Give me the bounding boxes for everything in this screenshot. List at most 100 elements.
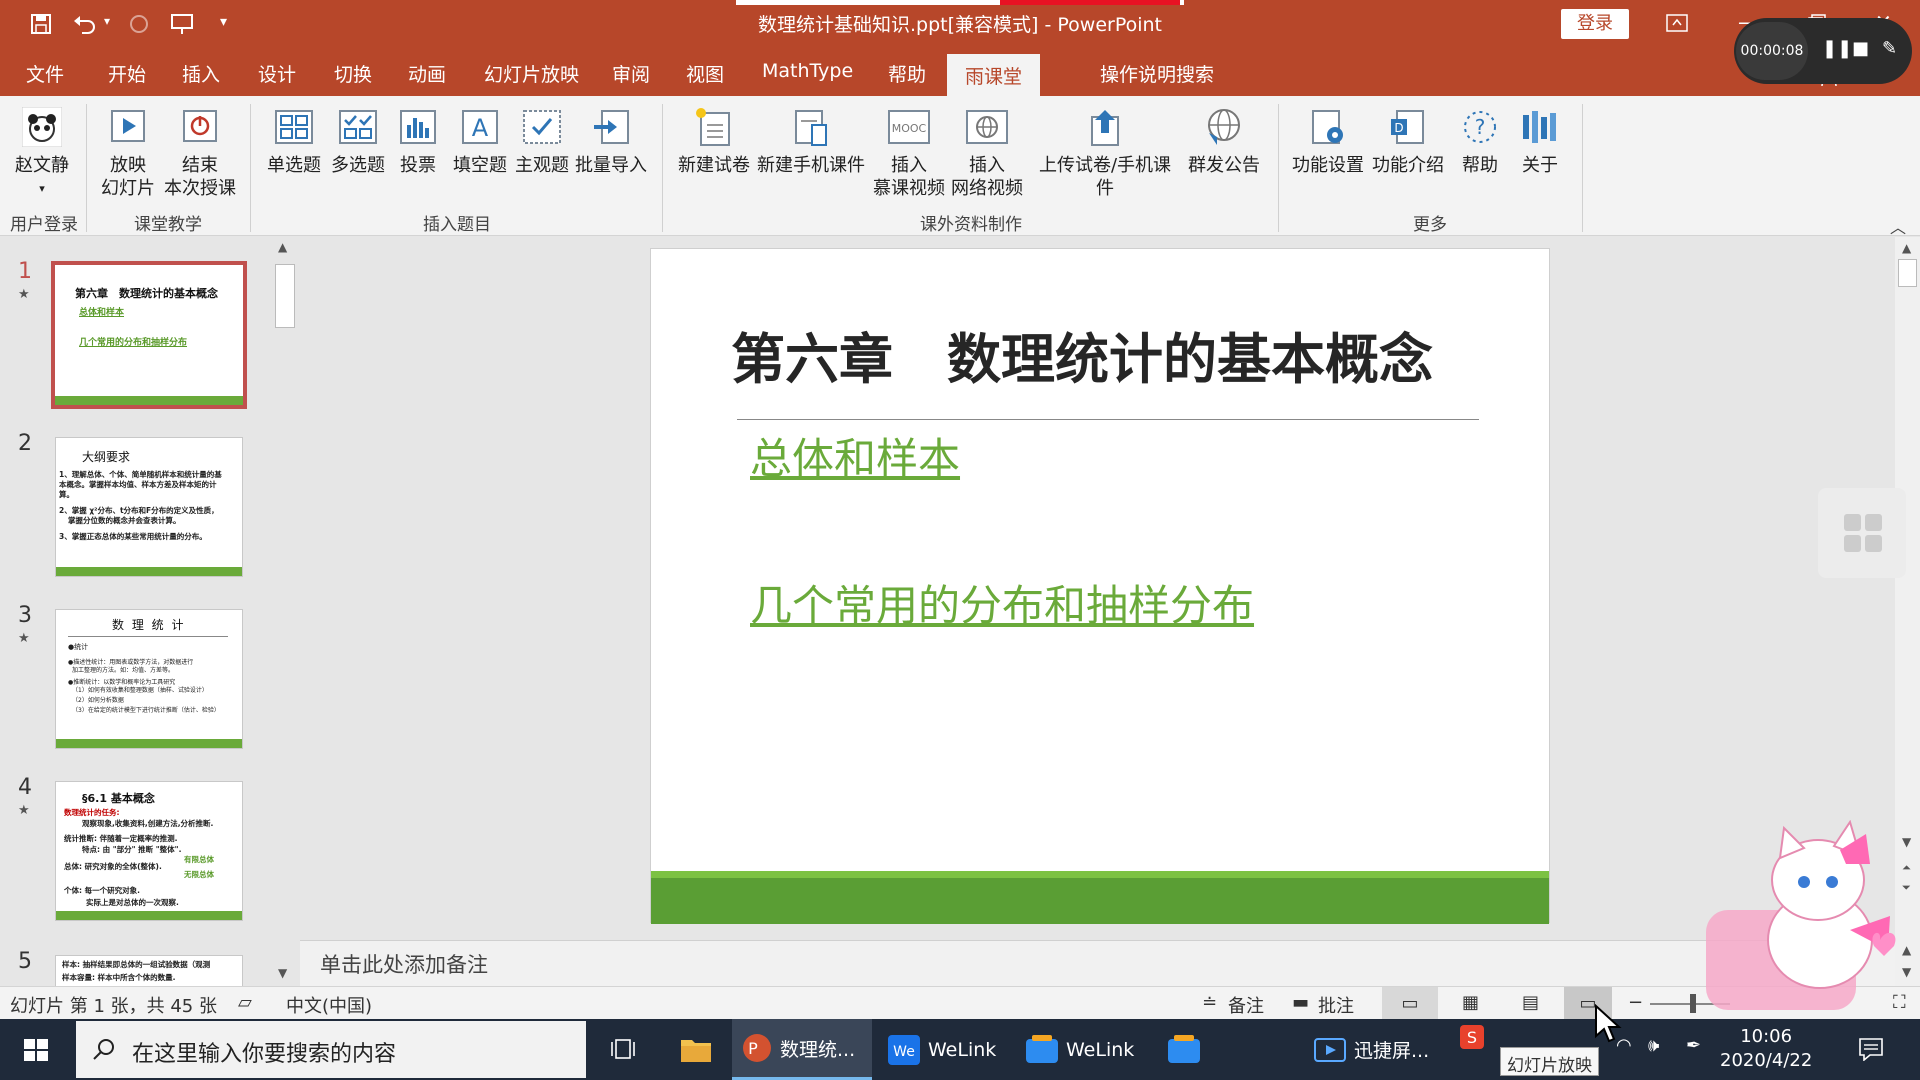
multi-choice-button[interactable]: 多选题: [326, 106, 390, 177]
tab-mathtype[interactable]: MathType: [762, 60, 853, 82]
tab-insert[interactable]: 插入: [182, 60, 220, 87]
taskbar-app-powerpoint[interactable]: P 数理统...: [732, 1019, 872, 1080]
end-class-button[interactable]: 结束 本次授课: [160, 106, 240, 200]
notes-placeholder[interactable]: 单击此处添加备注: [320, 949, 488, 979]
group-separator: [662, 104, 663, 232]
welink-meeting-icon-2[interactable]: [1168, 1035, 1200, 1065]
pen-icon[interactable]: ✎: [1882, 38, 1897, 59]
web-video-icon: [965, 106, 1009, 148]
broadcast-button[interactable]: 群发公告: [1184, 106, 1264, 177]
ribbon-display-options-icon[interactable]: [1666, 14, 1688, 32]
taskbar-clock[interactable]: 10:06 2020/4/22: [1720, 1025, 1812, 1073]
side-panel-grid-button[interactable]: [1818, 488, 1906, 578]
slide-canvas[interactable]: 第六章 数理统计的基本概念 总体和样本 几个常用的分布和抽样分布: [650, 248, 1550, 924]
animation-star-icon: ★: [18, 631, 30, 646]
prev-slide-icon[interactable]: ⏶: [1902, 861, 1911, 875]
taskbar-app-screen-recorder[interactable]: 迅捷屏...: [1306, 1019, 1446, 1080]
normal-view-icon[interactable]: ▭: [1382, 987, 1438, 1020]
help-button[interactable]: ? 帮助: [1452, 106, 1508, 177]
feature-settings-button[interactable]: 功能设置: [1290, 106, 1366, 177]
stop-icon[interactable]: ■: [1852, 38, 1869, 59]
taskbar-search-box[interactable]: 在这里输入你要搜索的内容: [76, 1021, 586, 1078]
fill-blank-button[interactable]: A 填空题: [448, 106, 512, 177]
clock-time: 10:06: [1740, 1026, 1793, 1047]
comments-toggle[interactable]: 批注: [1318, 992, 1354, 1018]
new-exam-button[interactable]: 新建试卷: [676, 106, 752, 177]
tab-rainclassroom[interactable]: 雨课堂: [947, 54, 1041, 96]
scroll-up-icon[interactable]: ▲: [278, 240, 287, 254]
tab-file[interactable]: 文件: [26, 60, 64, 87]
scroll-up-icon-2[interactable]: ▲: [1902, 943, 1911, 957]
slide-thumbnail-2[interactable]: 大纲要求 1、理解总体、个体、简单随机样本和统计量的基 本概念。掌握样本均值、样…: [55, 437, 243, 577]
scroll-thumb[interactable]: [1898, 259, 1917, 287]
notes-toggle[interactable]: 备注: [1228, 992, 1264, 1018]
insert-mooc-video-button[interactable]: MOOC 插入 慕课视频: [870, 106, 948, 200]
comments-icon[interactable]: ▬: [1292, 992, 1309, 1013]
slide-thumbnail-4[interactable]: §6.1 基本概念 数理统计的任务: 观察现象,收集资料,创建方法,分析推断. …: [55, 781, 243, 921]
thumb-text: 样本容量: 样本中所含个体的数量.: [62, 973, 176, 982]
new-exam-label: 新建试卷: [678, 155, 750, 176]
volume-icon[interactable]: 🕪: [1648, 1035, 1659, 1056]
tab-view[interactable]: 视图: [686, 60, 724, 87]
language-indicator[interactable]: 中文(中国): [286, 992, 372, 1018]
zoom-slider-thumb[interactable]: [1690, 994, 1696, 1013]
start-button[interactable]: [0, 1019, 72, 1080]
task-view-icon[interactable]: [610, 1037, 636, 1061]
slide-thumbnail-3[interactable]: 数 理 统 计 ●统计 ●描述性统计：用图表或数学方法，对数据进行 加工整理的方…: [55, 609, 243, 749]
batch-import-button[interactable]: 批量导入: [572, 106, 650, 177]
new-mobile-courseware-button[interactable]: 新建手机课件: [756, 106, 866, 177]
vote-button[interactable]: 投票: [390, 106, 446, 177]
scroll-thumb[interactable]: [275, 264, 295, 328]
slide-sorter-icon[interactable]: ▦: [1462, 992, 1479, 1013]
notification-center-icon[interactable]: [1858, 1037, 1884, 1061]
slide-number: 3: [18, 603, 32, 628]
taskbar-app-welink-2[interactable]: WeLink: [1018, 1019, 1148, 1080]
upload-exam-button[interactable]: 上传试卷/手机课件: [1030, 106, 1180, 200]
group-separator: [1278, 104, 1279, 232]
tab-design[interactable]: 设计: [258, 60, 296, 87]
about-button[interactable]: 关于: [1512, 106, 1568, 177]
notes-toggle-icon[interactable]: ≐: [1202, 992, 1217, 1013]
slide-title[interactable]: 第六章 数理统计的基本概念: [731, 315, 1433, 394]
slide-thumbnail-1[interactable]: 第六章 数理统计的基本概念 总体和样本 几个常用的分布和抽样分布: [51, 261, 247, 409]
sogou-input-icon[interactable]: S: [1460, 1025, 1484, 1049]
play-label: 放映: [110, 155, 146, 176]
spellcheck-icon[interactable]: ▱: [238, 992, 252, 1013]
thumbnail-scrollbar[interactable]: ▲ ▼: [272, 238, 298, 986]
welink-label-1: WeLink: [928, 1038, 997, 1061]
play-slides-button[interactable]: 放映 幻灯片: [96, 106, 160, 200]
next-slide-icon[interactable]: ⏷: [1902, 881, 1911, 895]
tab-animations[interactable]: 动画: [408, 60, 446, 87]
tab-home[interactable]: 开始: [108, 60, 146, 87]
insert-web-video-button[interactable]: 插入 网络视频: [948, 106, 1026, 200]
scroll-up-icon[interactable]: ▲: [1902, 241, 1911, 255]
thumb-text: 个体: 每一个研究对象.: [64, 886, 140, 895]
login-button[interactable]: 登录: [1561, 9, 1629, 39]
taskbar-app-welink-1[interactable]: We WeLink: [880, 1019, 1010, 1080]
subjective-button[interactable]: 主观题: [510, 106, 574, 177]
user-login-button[interactable]: 赵文静 ▾: [12, 106, 72, 200]
thumb-text: 总体: 研究对象的全体(整体).: [64, 862, 162, 871]
file-explorer-icon[interactable]: [680, 1035, 712, 1063]
pause-icon[interactable]: ❚❚: [1822, 38, 1852, 59]
tab-transitions[interactable]: 切换: [334, 60, 372, 87]
slide-link-distributions[interactable]: 几个常用的分布和抽样分布: [750, 572, 1254, 633]
group-label-extra: 课外资料制作: [920, 215, 1022, 235]
zoom-out-icon[interactable]: −: [1628, 992, 1643, 1013]
tab-slideshow[interactable]: 幻灯片放映: [484, 60, 579, 87]
feature-intro-button[interactable]: D 功能介绍: [1370, 106, 1446, 177]
scroll-down-icon[interactable]: ▼: [1902, 835, 1911, 849]
slide-link-population-sample[interactable]: 总体和样本: [750, 425, 960, 486]
tell-me-search[interactable]: 操作说明搜索: [1100, 60, 1214, 87]
scroll-down-icon-2[interactable]: ▼: [1902, 965, 1911, 979]
recorder-timer: 00:00:08: [1736, 22, 1808, 80]
reading-view-icon[interactable]: ▤: [1522, 992, 1539, 1013]
tab-review[interactable]: 审阅: [612, 60, 650, 87]
collapse-ribbon-icon[interactable]: ︿: [1890, 214, 1906, 238]
notes-pane[interactable]: 单击此处添加备注: [300, 940, 1895, 986]
scroll-down-icon[interactable]: ▼: [278, 966, 287, 980]
pen-tray-icon[interactable]: ✒: [1686, 1035, 1701, 1056]
slide-thumbnail-5[interactable]: 样本: 抽样结果即总体的一组试验数据（观测 样本容量: 样本中所含个体的数量.: [55, 955, 243, 986]
single-choice-button[interactable]: 单选题: [262, 106, 326, 177]
tab-help[interactable]: 帮助: [888, 60, 926, 87]
